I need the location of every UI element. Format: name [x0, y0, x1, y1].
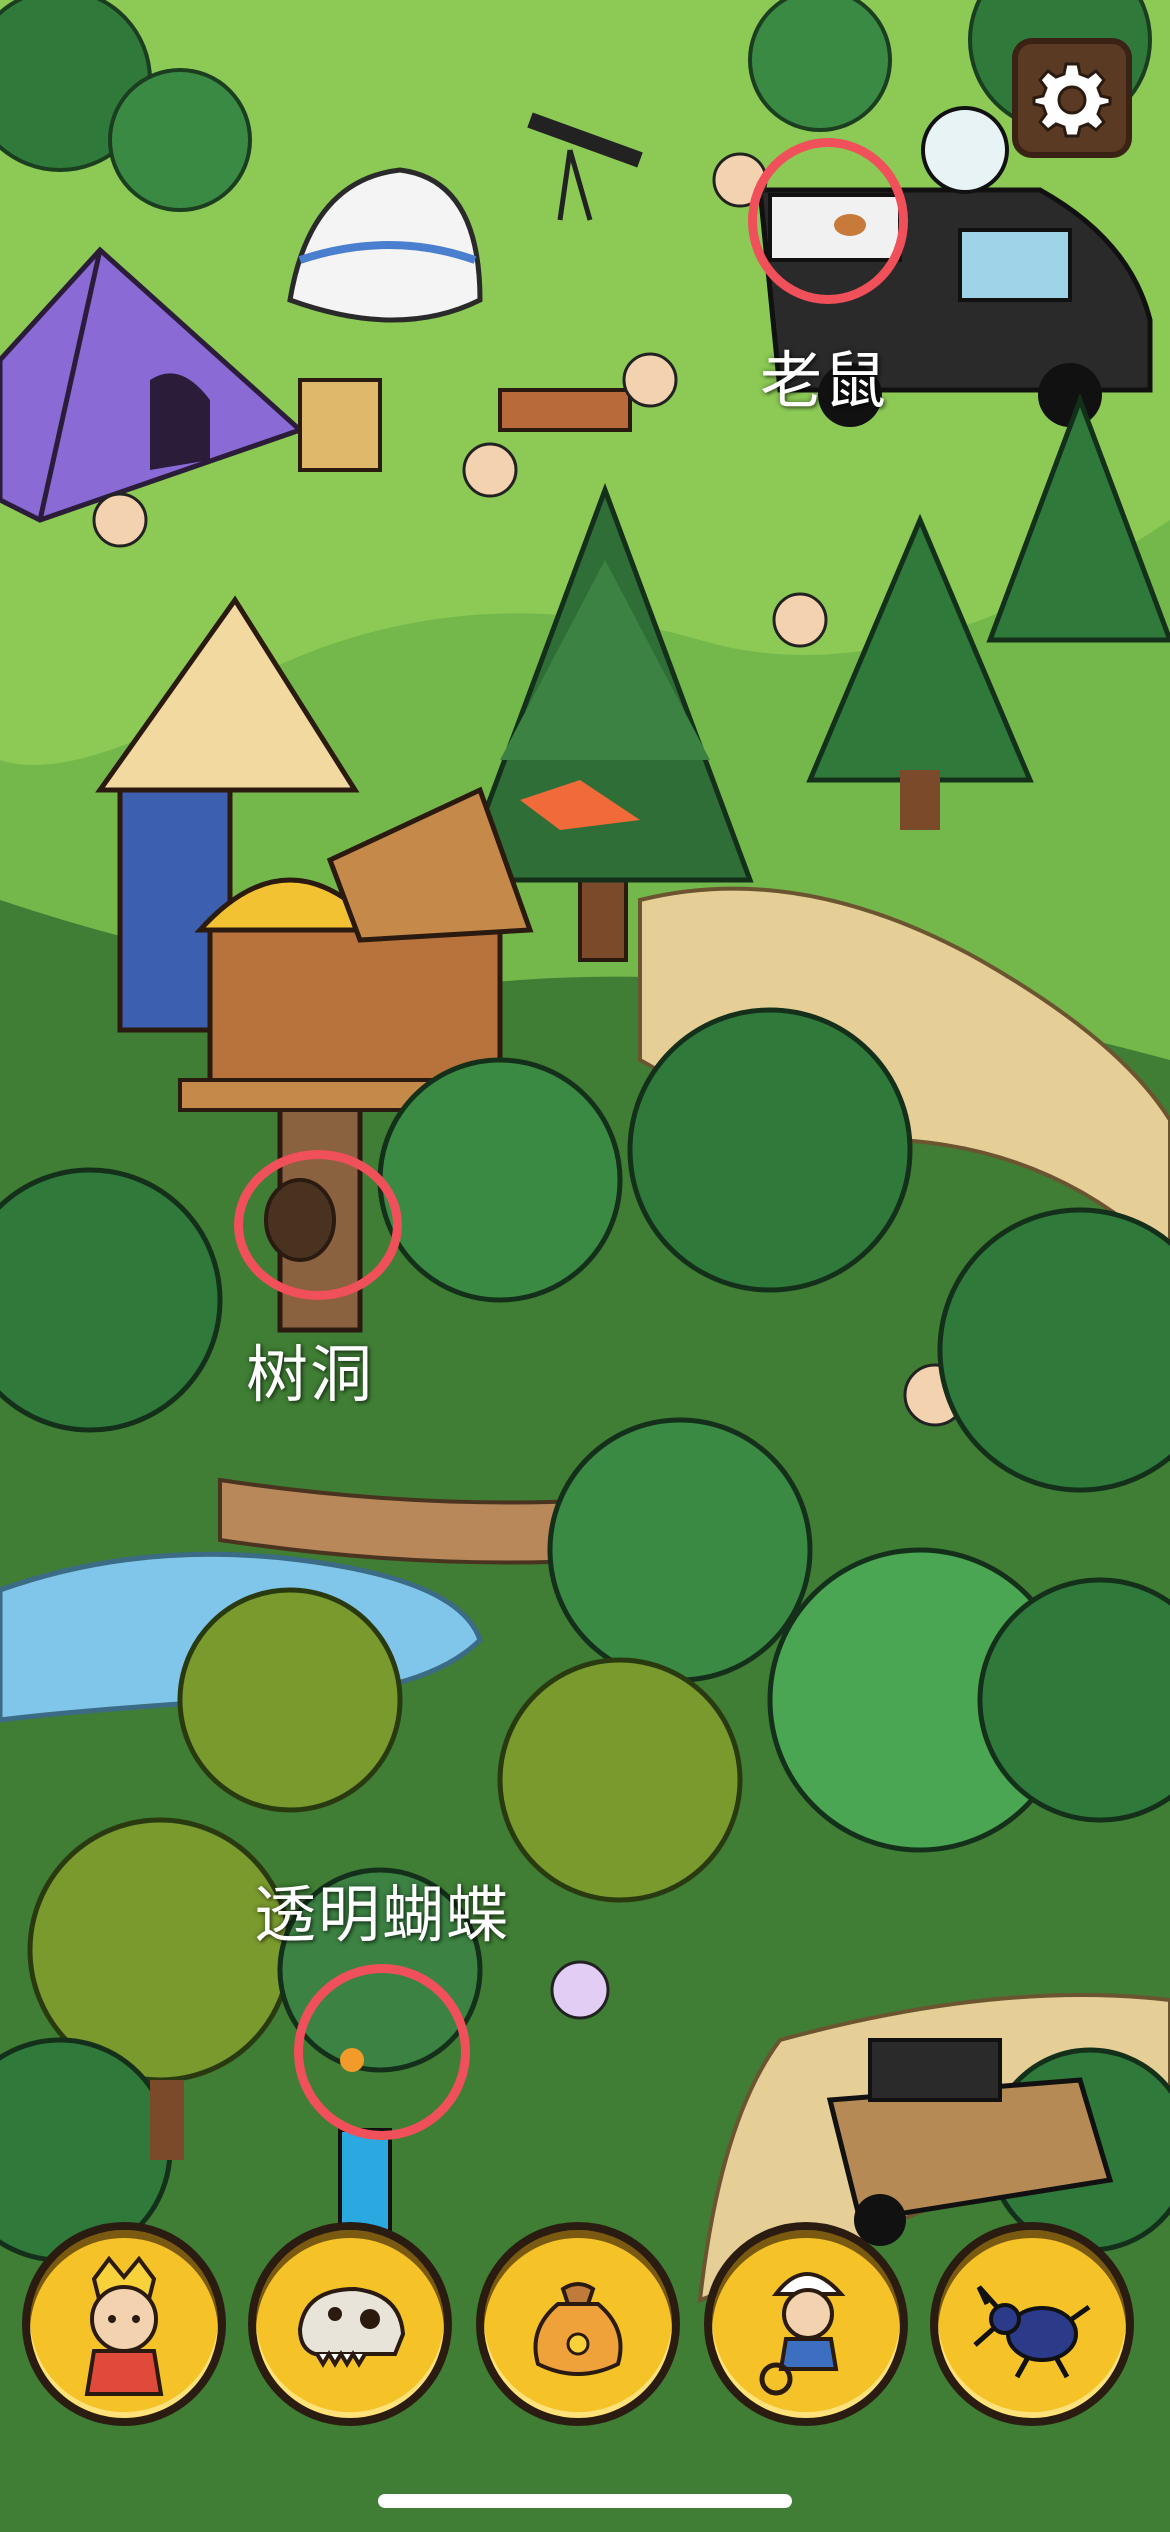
toolbar-character-button[interactable] — [22, 2222, 226, 2426]
toolbar-fossil-button[interactable] — [248, 2222, 452, 2426]
hint-label-tree-hole: 树洞 — [246, 1338, 375, 1411]
settings-button[interactable] — [1012, 38, 1132, 158]
game-scene[interactable] — [0, 0, 1170, 2532]
dinosaur-skull-icon — [297, 2286, 406, 2368]
hint-label-mouse: 老鼠 — [760, 344, 889, 417]
beetle-icon — [973, 2285, 1091, 2379]
hint-circle-butterfly — [294, 1964, 470, 2140]
item-toolbar — [0, 2222, 1170, 2432]
hint-label-butterfly: 透明蝴蝶 — [254, 1878, 511, 1951]
cyclist-icon — [759, 2272, 846, 2396]
home-indicator[interactable] — [378, 2494, 792, 2508]
hint-circle-tree-hole — [234, 1150, 402, 1300]
toolbar-cyclist-button[interactable] — [704, 2222, 908, 2426]
toolbar-beetle-button[interactable] — [930, 2222, 1134, 2426]
hint-circle-mouse — [748, 138, 908, 304]
gear-icon — [1032, 62, 1112, 138]
toolbar-pouch-button[interactable] — [476, 2222, 680, 2426]
crowned-kid-icon — [84, 2255, 164, 2396]
pouch-icon — [533, 2282, 623, 2376]
